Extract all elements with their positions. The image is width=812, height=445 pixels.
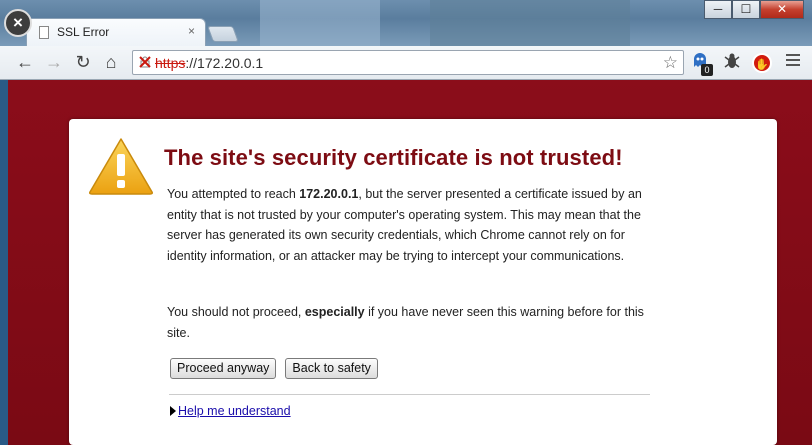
tab-ssl-error[interactable]: SSL Error × [26,18,206,46]
proceed-anyway-button[interactable]: Proceed anyway [170,358,277,379]
extension-count-badge: 0 [701,64,713,76]
url-text: https://172.20.0.1 [155,55,263,71]
advice-part: You should not proceed, [167,305,305,319]
stop-extension-icon[interactable]: ✋ [752,53,772,73]
forward-button[interactable]: → [43,51,65,73]
browser-toolbar: ← → ↻ ⌂ https://172.20.0.1 ☆ [0,46,812,80]
error-card: The site's security certificate is not t… [69,119,777,445]
reload-button[interactable]: ↻ [72,51,94,73]
explanation-part: You attempted to reach [167,187,300,201]
chrome-menu-icon[interactable] [786,54,800,69]
back-to-safety-button[interactable]: Back to safety [285,358,378,379]
tab-close-icon[interactable]: × [188,24,195,38]
home-button[interactable]: ⌂ [100,51,122,73]
advice-text: You should not proceed, especially if yo… [167,302,647,343]
window-controls: ─ ☐ ✕ [704,0,804,19]
url-host: ://172.20.0.1 [185,55,264,71]
broken-lock-icon [139,56,151,68]
divider [169,394,650,395]
host-name: 172.20.0.1 [299,187,359,201]
new-tab-button[interactable] [207,26,239,42]
maximize-button[interactable]: ☐ [732,0,760,19]
action-buttons: Proceed anyway Back to safety [170,358,378,379]
url-scheme: https [155,55,186,71]
expand-triangle-icon[interactable] [170,406,176,416]
address-bar[interactable]: https://172.20.0.1 ☆ [132,50,684,75]
window-close-button[interactable]: ✕ [760,0,804,19]
desktop-blur [430,0,630,46]
explanation-text: You attempted to reach 172.20.0.1, but t… [167,184,647,266]
desktop-blur [260,0,380,46]
back-button[interactable]: ← [14,51,36,73]
minimize-button[interactable]: ─ [704,0,732,19]
page-icon [39,26,49,39]
page-title: The site's security certificate is not t… [164,145,623,170]
advice-emphasis: especially [304,305,365,319]
ssl-error-page: The site's security certificate is not t… [8,80,812,445]
tab-title: SSL Error [57,25,110,39]
bug-extension-icon[interactable] [720,51,744,75]
warning-icon [89,138,153,195]
bug-icon [724,53,740,68]
bookmark-star-icon[interactable]: ☆ [663,53,678,73]
help-expander[interactable]: Help me understand [170,404,291,418]
help-link[interactable]: Help me understand [178,404,291,418]
close-overlay-icon[interactable]: × [4,9,32,37]
